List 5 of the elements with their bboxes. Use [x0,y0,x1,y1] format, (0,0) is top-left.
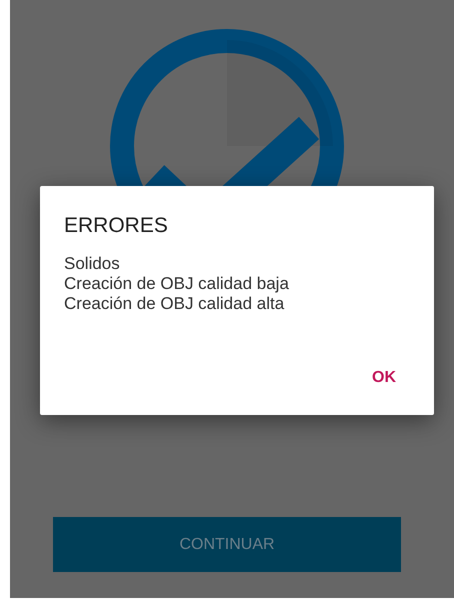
error-item: Creación de OBJ calidad baja [64,274,290,294]
dialog-title: ERRORES [64,214,169,238]
ok-button[interactable]: OK [358,365,410,391]
error-item: Creación de OBJ calidad alta [64,294,286,314]
error-item: Solidos [64,254,121,274]
